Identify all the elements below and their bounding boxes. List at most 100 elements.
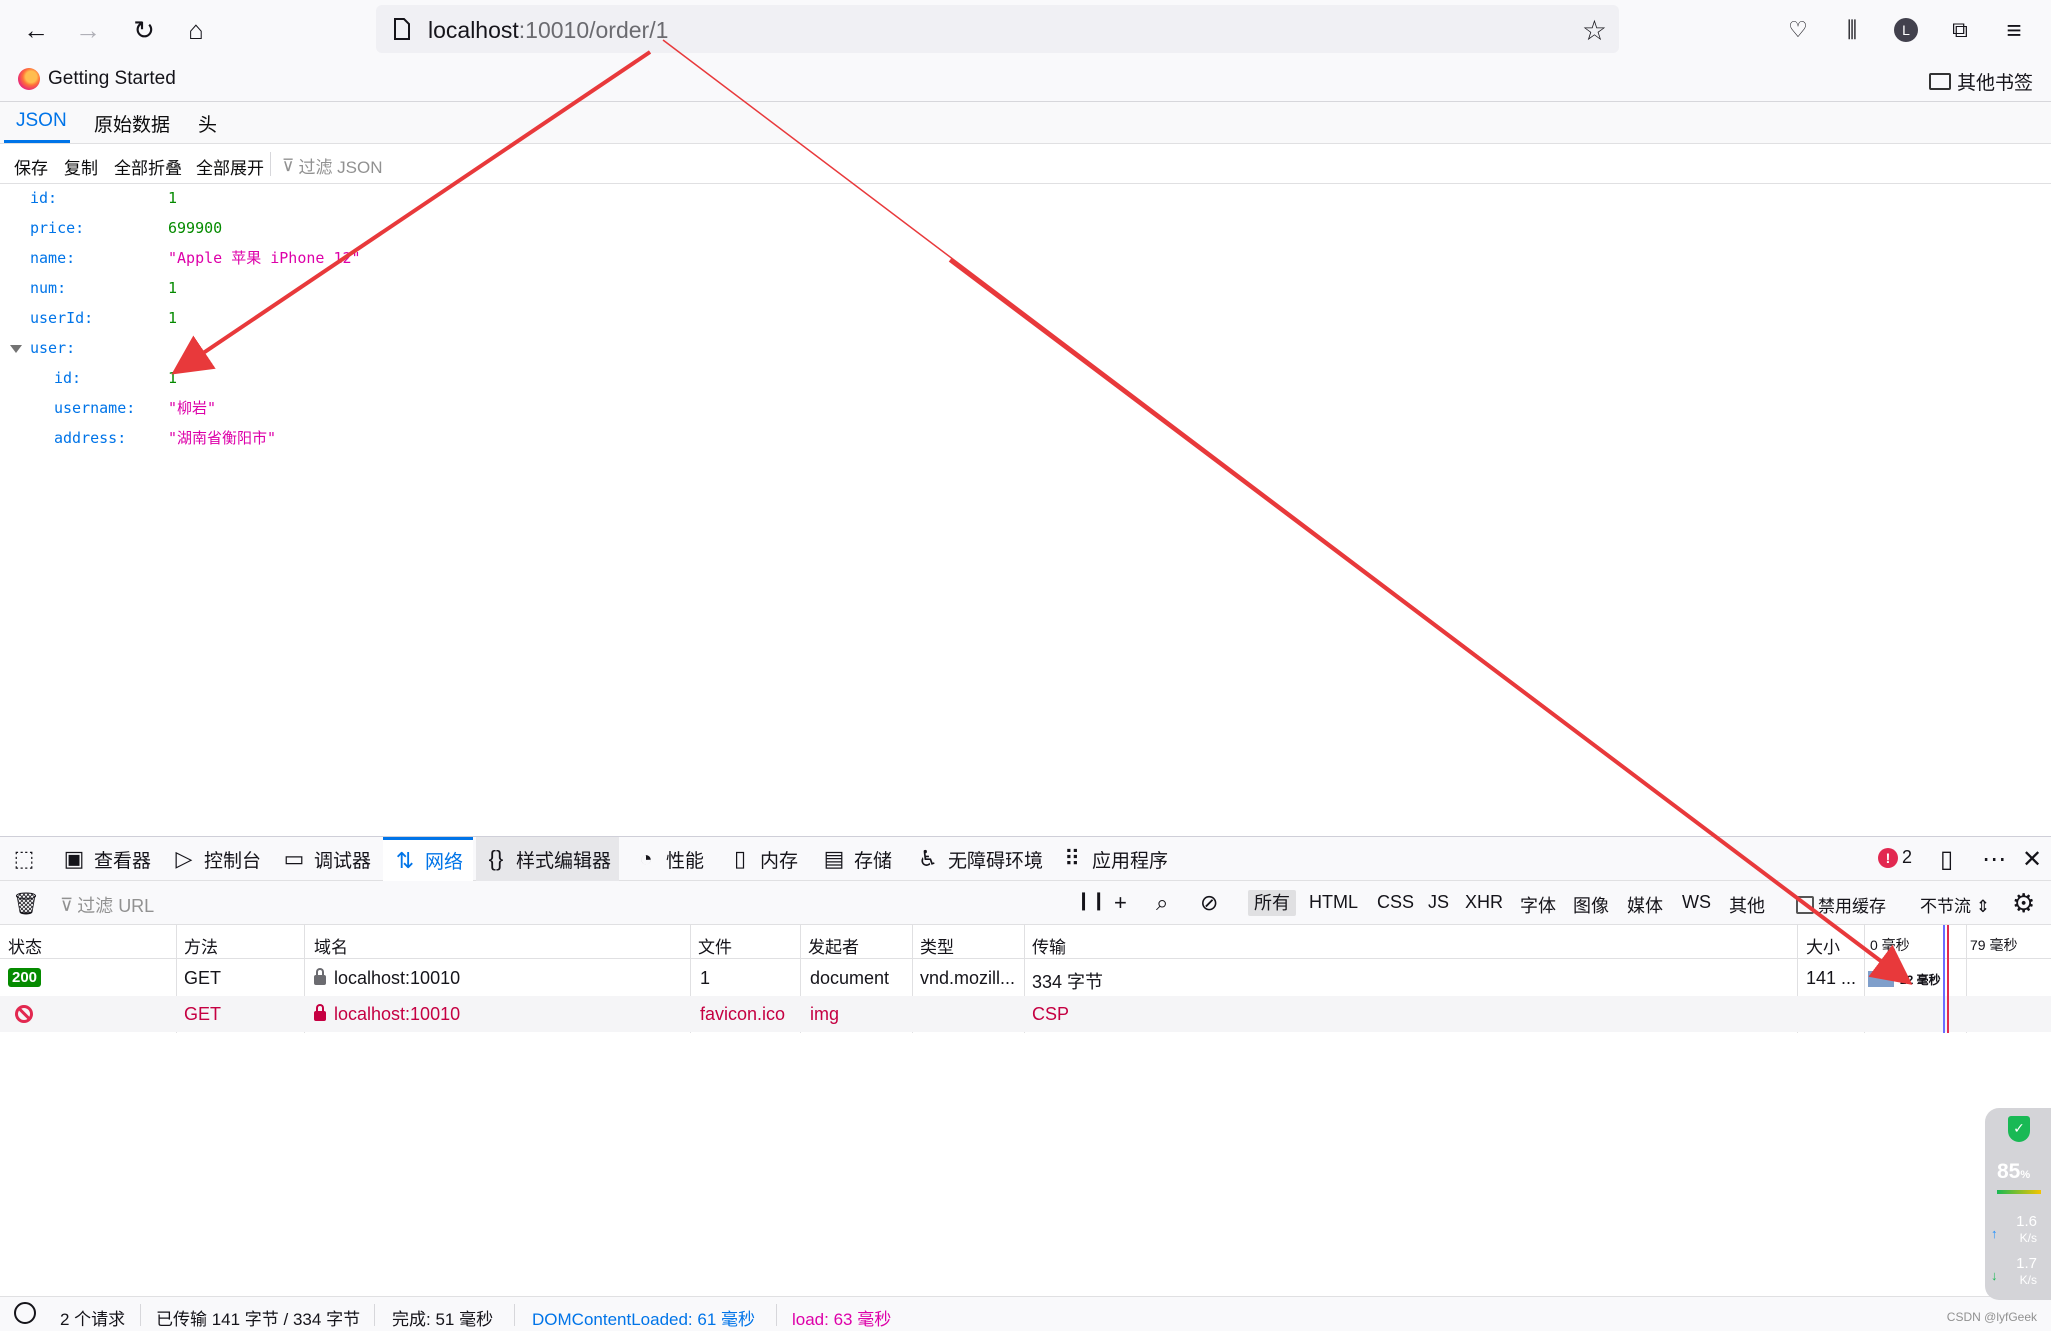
menu-icon[interactable]: ≡ [1996,12,2032,48]
disable-cache-checkbox[interactable]: 禁用缓存 [1796,892,1886,917]
expand-all-button[interactable]: 全部展开 [196,154,264,179]
search-icon[interactable]: ⌕ [1156,890,1168,916]
lock-icon [314,1004,326,1021]
tab-network[interactable]: ⇅ 网络 [383,837,474,881]
tab-performance[interactable]: ◔ 性能 [628,837,710,881]
bookmark-getting-started[interactable]: Getting Started [18,68,176,90]
filter-media[interactable]: 媒体 [1627,892,1663,918]
element-picker-button[interactable]: ⬚ [6,837,42,881]
filter-css[interactable]: CSS [1377,892,1414,913]
block-icon[interactable]: ⊘ [1200,890,1218,916]
devtools-panel: ⬚ ▣ 查看器 ▷ 控制台 ▭ 调试器 ⇅ 网络 {} 样式编辑器 ◔ 性能 ▯ 内存 ▤ 存储… [0,836,2051,1331]
checkbox-box [1796,895,1814,914]
filter-html[interactable]: HTML [1309,892,1358,913]
pause-icon[interactable]: ❙❙ [1076,890,1106,911]
col-initiator[interactable]: 发起者 [808,933,859,958]
divider [140,1304,141,1326]
collapse-all-button[interactable]: 全部折叠 [114,154,182,179]
page-icon [394,18,410,40]
waterfall-timing: 22 毫秒 [1900,973,1941,987]
col-size[interactable]: 大小 [1806,933,1840,958]
error-count-badge[interactable]: ! 2 [1878,847,1912,868]
network-table-header: 状态 方法 域名 文件 发起者 类型 传输 大小 0 毫秒 79 毫秒 [0,925,2051,959]
filter-images[interactable]: 图像 [1573,892,1609,918]
tab-inspector[interactable]: ▣ 查看器 [56,837,157,881]
tab-style-editor[interactable]: {} 样式编辑器 [476,837,620,881]
url-bar[interactable]: localhost:10010/order/1 ☆ [376,5,1619,53]
network-toolbar: 🗑 ⊽ 过滤 URL ❙❙ + ⌕ ⊘ 所有 HTML CSS JS XHR 字… [0,881,2051,925]
filter-js[interactable]: JS [1428,892,1449,913]
devtools-tabs: ⬚ ▣ 查看器 ▷ 控制台 ▭ 调试器 ⇅ 网络 {} 样式编辑器 ◔ 性能 ▯ 内存 ▤ 存储… [0,837,2051,881]
filter-icon: ⊽ [282,155,295,175]
storage-icon: ▤ [823,846,845,871]
table-row[interactable]: GET localhost:10010 favicon.ico img CSP [0,996,2051,1032]
filter-fonts[interactable]: 字体 [1520,892,1556,918]
active-tab-indicator [4,140,70,143]
responsive-design-icon[interactable]: ▯ [1940,845,1953,874]
close-icon[interactable]: ✕ [2022,845,2042,874]
transferred-summary: 已传输 141 字节 / 334 字节 [156,1310,361,1329]
tab-accessibility[interactable]: ♿ 无障碍环境 [910,837,1049,881]
tab-json[interactable]: JSON [16,110,67,132]
filter-other[interactable]: 其他 [1729,892,1765,918]
extensions-icon[interactable]: ⧉ [1942,12,1978,48]
json-filter-input[interactable]: ⊽ 过滤 JSON [282,153,383,178]
col-domain[interactable]: 域名 [314,933,348,958]
table-row[interactable]: 200 GET localhost:10010 1 document vnd.m… [0,960,2051,996]
browser-toolbar: ← → ↻ ⌂ localhost:10010/order/1 ☆ ♡ ⫼ L … [0,0,2051,60]
filter-icon: ⊽ [60,894,74,915]
url-text[interactable]: localhost:10010/order/1 [428,17,668,44]
filter-xhr[interactable]: XHR [1465,892,1503,913]
json-viewer-tabs: JSON 原始数据 头 [0,102,2051,144]
tab-raw-data[interactable]: 原始数据 [94,110,170,137]
stopwatch-icon[interactable] [14,1302,36,1324]
filter-all[interactable]: 所有 [1248,890,1296,916]
tab-memory[interactable]: ▯ 内存 [722,837,804,881]
tab-debugger[interactable]: ▭ 调试器 [276,837,377,881]
col-transferred[interactable]: 传输 [1032,933,1066,958]
bookmark-star-icon[interactable]: ☆ [1582,14,1607,47]
reload-icon[interactable]: ↻ [126,12,162,48]
add-request-icon[interactable]: + [1114,890,1127,916]
bookmarks-bar: Getting Started 其他书签 [0,60,2051,102]
divider [514,1304,515,1326]
more-options-icon[interactable]: ⋯ [1982,845,2006,874]
divider [776,1304,777,1326]
dom-content-loaded-time: DOMContentLoaded: 61 毫秒 [532,1310,756,1329]
bookmark-other-folder[interactable]: 其他书签 [1928,68,2033,95]
style-editor-icon: {} [488,846,504,871]
tab-storage[interactable]: ▤ 存储 [816,837,898,881]
score-bar [1997,1190,2041,1194]
filter-ws[interactable]: WS [1682,892,1711,913]
account-icon[interactable]: L [1888,12,1924,48]
watermark: CSDN @lyfGeek [1946,1310,2037,1324]
save-button[interactable]: 保存 [14,154,48,179]
clear-trash-icon[interactable]: 🗑 [12,891,40,917]
folder-icon [1928,73,1951,90]
console-icon: ▷ [175,846,193,871]
col-file[interactable]: 文件 [698,933,732,958]
col-method[interactable]: 方法 [184,933,218,958]
network-speed-widget[interactable]: ✓ 85% ↑ 1.6 K/s ↓ 1.7 K/s [1985,1108,2051,1300]
network-statusbar: 2 个请求 已传输 141 字节 / 334 字节 完成: 51 毫秒 DOMC… [0,1296,2051,1331]
pocket-icon[interactable]: ♡ [1780,12,1816,48]
copy-button[interactable]: 复制 [64,154,98,179]
col-status[interactable]: 状态 [8,933,42,958]
expand-toggle-icon[interactable] [10,345,22,353]
throttling-select[interactable]: 不节流 ⇕ [1920,892,1990,917]
waterfall-bar [1868,971,1894,987]
tab-headers[interactable]: 头 [198,110,217,137]
divider [374,1304,375,1326]
col-type[interactable]: 类型 [920,933,954,958]
accessibility-icon: ♿ [918,846,938,871]
url-filter-input[interactable]: ⊽ 过滤 URL [60,892,154,918]
home-icon[interactable]: ⌂ [178,12,214,48]
forward-icon[interactable]: → [70,12,106,48]
library-icon[interactable]: ⫼ [1834,12,1870,48]
status-badge: 200 [8,968,42,987]
tab-application[interactable]: ⠿ 应用程序 [1054,837,1174,881]
gear-icon[interactable]: ⚙ [2012,888,2035,919]
shield-check-icon: ✓ [2008,1116,2030,1142]
back-icon[interactable]: ← [18,12,54,48]
tab-console[interactable]: ▷ 控制台 [166,837,267,881]
